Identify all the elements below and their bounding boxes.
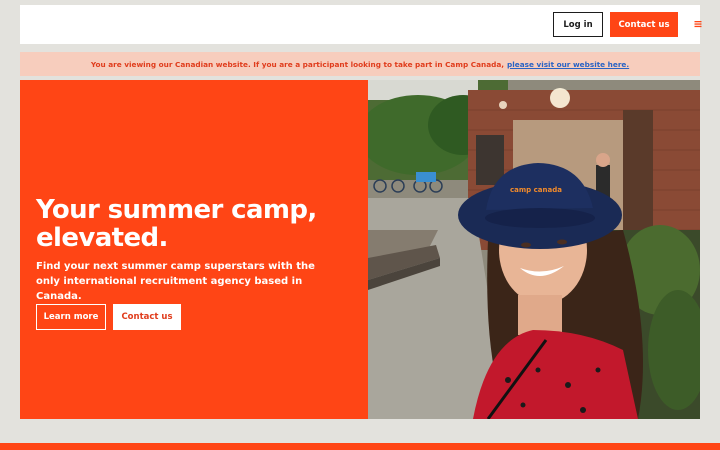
camp-photo-illustration: camp canada bbox=[368, 80, 700, 419]
bottom-accent-bar bbox=[0, 443, 720, 450]
visit-website-link[interactable]: please visit our website here. bbox=[507, 60, 629, 69]
hero-photo: camp canada bbox=[368, 80, 700, 419]
learn-more-button[interactable]: Learn more bbox=[36, 304, 106, 330]
hero-subtitle: Find your next summer camp superstars wi… bbox=[36, 261, 315, 302]
hamburger-menu-icon[interactable] bbox=[692, 18, 704, 30]
login-button[interactable]: Log in bbox=[553, 12, 603, 37]
hero-panel: Your summer camp, elevated. Find your ne… bbox=[20, 80, 368, 419]
site-header: Log in Contact us bbox=[20, 5, 702, 44]
region-notice-banner: You are viewing our Canadian website. If… bbox=[20, 52, 700, 76]
header-contact-button[interactable]: Contact us bbox=[610, 12, 678, 37]
hero-title: Your summer camp, elevated. bbox=[36, 195, 317, 253]
hero-contact-button[interactable]: Contact us bbox=[113, 304, 181, 330]
notice-text: You are viewing our Canadian website. If… bbox=[90, 59, 505, 69]
hat-logo-text: camp canada bbox=[510, 186, 562, 194]
